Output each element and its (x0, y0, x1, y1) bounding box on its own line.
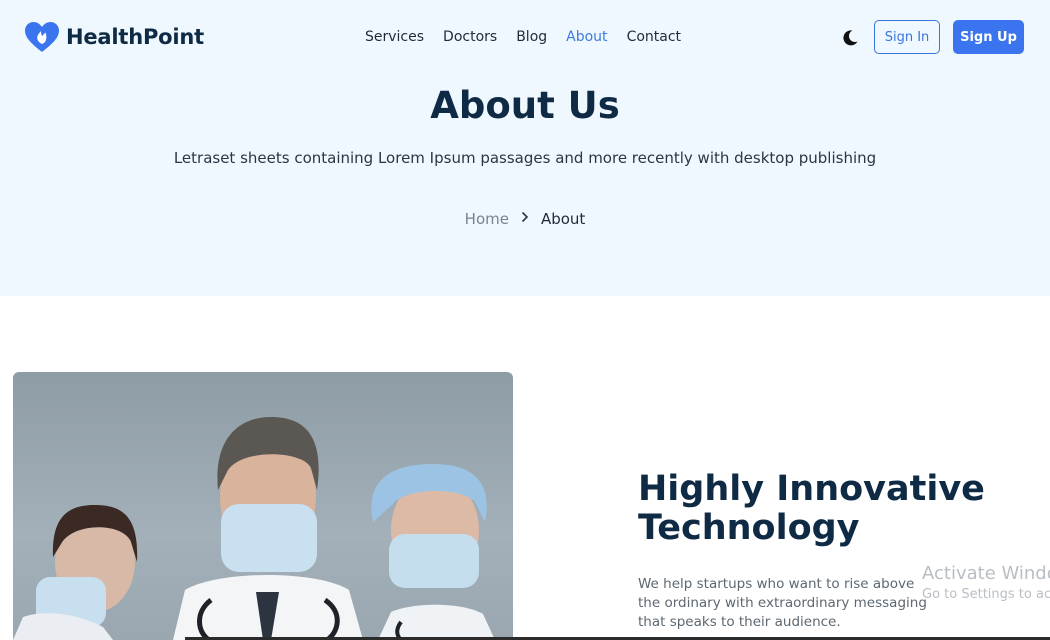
navbar: HealthPoint Services Doctors Blog About … (0, 0, 1050, 75)
doctors-photo (13, 372, 513, 640)
nav-item-about[interactable]: About (566, 28, 607, 46)
windows-activation-watermark: Activate Windows Go to Settings to activ… (922, 563, 1050, 605)
brand-name: HealthPoint (66, 25, 204, 49)
feature-title-line2: Technology (638, 508, 860, 548)
dark-mode-toggle[interactable] (840, 28, 860, 48)
main-menu: Services Doctors Blog About Contact (365, 28, 700, 46)
chevron-right-icon (521, 211, 529, 227)
sign-in-button[interactable]: Sign In (874, 20, 940, 54)
page-subtitle: Letraset sheets containing Lorem Ipsum p… (173, 149, 877, 167)
feature-description: We help startups who want to rise above … (638, 576, 927, 630)
watermark-line2: Go to Settings to activate Windows. (922, 587, 1050, 602)
watermark-line1: Activate Windows (922, 563, 1050, 584)
nav-item-services[interactable]: Services (365, 28, 424, 46)
sign-up-button[interactable]: Sign Up (953, 20, 1024, 54)
breadcrumb-home-link[interactable]: Home (465, 210, 509, 228)
breadcrumb: Home About (0, 210, 1050, 228)
nav-item-blog[interactable]: Blog (516, 28, 547, 46)
breadcrumb-current: About (540, 210, 586, 228)
logo[interactable]: HealthPoint (24, 21, 204, 53)
heart-logo-icon (25, 22, 59, 52)
nav-item-doctors[interactable]: Doctors (443, 28, 497, 46)
page-title: About Us (430, 84, 620, 127)
moon-icon (843, 30, 858, 46)
nav-item-contact[interactable]: Contact (627, 28, 681, 46)
feature-title: Highly Innovative Technology (638, 470, 998, 548)
feature-title-line1: Highly Innovative (638, 469, 985, 509)
